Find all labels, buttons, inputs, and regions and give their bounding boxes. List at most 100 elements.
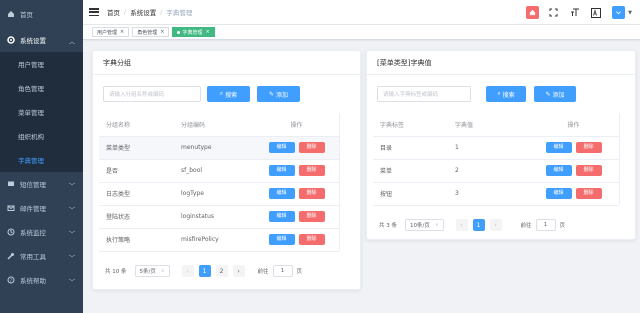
sidebar-item-dictionary[interactable]: 字典管理	[0, 148, 83, 172]
dict-value-card: [菜单类型]字典值 请输入字典标签或编码 ⌕ 搜索 ✎ 添加 字典标签 字典值 操作…	[366, 50, 636, 240]
value-pagination: 共 3 条 10条/页 ∨ ‹ 1 › 前往 1 页	[379, 219, 565, 231]
actions-cell: 编辑 删除	[528, 136, 619, 160]
page-size-select[interactable]: 5条/页 ∨	[134, 265, 170, 277]
edit-button[interactable]: 编辑	[268, 165, 295, 176]
sidebar-item-menus[interactable]: 菜单管理	[0, 100, 83, 124]
sidebar-item-home[interactable]: 首页	[0, 0, 83, 28]
sidebar-item-help[interactable]: ? 系统帮助 ﹀	[0, 268, 83, 292]
button-label: 搜索	[225, 91, 238, 99]
value-value-cell: 2	[448, 159, 528, 183]
table-header-row: 字典标签 字典值 操作	[373, 113, 619, 137]
edit-button[interactable]: 编辑	[268, 188, 295, 199]
sidebar-item-label: 邮件管理	[20, 205, 46, 213]
table-row[interactable]: 按钮 3 编辑 删除	[373, 182, 619, 206]
column-header: 操作	[254, 113, 339, 137]
delete-button[interactable]: 删除	[298, 211, 325, 222]
table-row[interactable]: 日志类型 logType 编辑 删除	[99, 182, 339, 206]
group-search-input[interactable]: 请输入分组名称或编码	[103, 86, 201, 102]
actions-cell: 编辑 删除	[254, 159, 339, 183]
delete-button[interactable]: 删除	[298, 142, 325, 153]
edit-button[interactable]: 编辑	[545, 188, 572, 199]
next-page-button[interactable]: ›	[489, 219, 502, 231]
group-search-button[interactable]: ⌕ 搜索	[207, 86, 250, 102]
close-icon[interactable]: ×	[160, 29, 164, 35]
gear-icon	[7, 36, 15, 44]
sidebar-item-label: 角色管理	[18, 85, 44, 93]
actions-cell: 编辑 删除	[254, 228, 339, 252]
group-code-cell: misfirePolicy	[174, 228, 254, 252]
edit-button[interactable]: 编辑	[268, 211, 295, 222]
fullscreen-icon[interactable]	[547, 6, 560, 19]
column-header: 操作	[528, 113, 619, 137]
tag-roles[interactable]: 角色管理 ×	[132, 27, 170, 37]
goto-page-input[interactable]: 1	[272, 265, 293, 277]
sidebar-item-system-settings[interactable]: 系统设置 ︿	[0, 28, 83, 52]
value-add-button[interactable]: ✎ 添加	[534, 86, 576, 102]
actions-cell: 编辑 删除	[528, 159, 619, 183]
delete-button[interactable]: 删除	[298, 234, 325, 245]
sidebar-item-monitor[interactable]: 系统监控 ﹀	[0, 220, 83, 244]
table-row[interactable]: 目录 1 编辑 删除	[373, 136, 619, 160]
chevron-down-icon: ∨	[434, 222, 439, 228]
sidebar-item-tools[interactable]: 常用工具 ﹀	[0, 244, 83, 268]
table-row[interactable]: 是否 sf_bool 编辑 删除	[99, 159, 339, 183]
button-label: 搜索	[502, 91, 515, 99]
sidebar-item-org[interactable]: 组织机构	[0, 124, 83, 148]
value-search-button[interactable]: ⌕ 搜索	[486, 86, 526, 102]
delete-button[interactable]: 删除	[575, 165, 602, 176]
group-table: 分组名称 分组编码 操作 菜单类型 menutype 编辑 删除 是否 sf_bo…	[99, 113, 339, 252]
goto-page-input[interactable]: 1	[535, 219, 556, 231]
delete-button[interactable]: 删除	[298, 165, 325, 176]
breadcrumb-item[interactable]: 系统设置	[130, 7, 156, 17]
page-number[interactable]: 1	[472, 219, 485, 231]
edit-button[interactable]: 编辑	[268, 142, 295, 153]
card-title: 字典分组	[93, 51, 360, 75]
page-size-select[interactable]: 10条/页 ∨	[405, 219, 444, 231]
page-unit-label: 页	[559, 223, 566, 229]
tag-dictionary[interactable]: 字典管理 ×	[172, 27, 215, 37]
sidebar-item-users[interactable]: 用户管理	[0, 52, 83, 76]
table-row[interactable]: 执行策略 misfirePolicy 编辑 删除	[99, 228, 339, 252]
table-row[interactable]: 登陆状态 loginstatus 编辑 删除	[99, 205, 339, 229]
home-icon[interactable]	[526, 6, 540, 19]
table-scroll-divider	[339, 113, 340, 251]
value-value-cell: 3	[448, 182, 528, 206]
delete-button[interactable]: 删除	[298, 188, 325, 199]
page-size-value: 5条/页	[139, 269, 156, 275]
page-number[interactable]: 2	[215, 265, 228, 277]
breadcrumb-item[interactable]: 首页	[107, 7, 120, 17]
next-page-button[interactable]: ›	[232, 265, 245, 277]
page-number[interactable]: 1	[198, 265, 211, 277]
sidebar-item-sms[interactable]: 短信管理 ﹀	[0, 172, 83, 196]
value-label-cell: 按钮	[373, 182, 448, 206]
close-icon[interactable]: ×	[120, 29, 124, 35]
font-size-icon[interactable]	[568, 6, 581, 19]
edit-button[interactable]: 编辑	[268, 234, 295, 245]
caret-down-icon[interactable]: ▼	[628, 10, 632, 16]
table-row[interactable]: 菜单 2 编辑 删除	[373, 159, 619, 183]
translate-icon[interactable]	[589, 6, 602, 19]
prev-page-button[interactable]: ‹	[455, 219, 468, 231]
sidebar-item-mail[interactable]: 邮件管理 ﹀	[0, 196, 83, 220]
pagination-total: 共 10 条	[105, 269, 127, 275]
edit-button[interactable]: 编辑	[545, 142, 572, 153]
close-icon[interactable]: ×	[205, 29, 209, 35]
sidebar-item-roles[interactable]: 角色管理	[0, 76, 83, 100]
value-search-input[interactable]: 请输入字典标签或编码	[377, 86, 471, 102]
avatar[interactable]	[612, 6, 626, 19]
goto-label: 前往	[520, 223, 532, 229]
group-add-button[interactable]: ✎ 添加	[257, 86, 300, 102]
delete-button[interactable]: 删除	[575, 142, 602, 153]
prev-page-button[interactable]: ‹	[181, 265, 194, 277]
edit-icon: ✎	[545, 90, 551, 98]
hamburger-icon[interactable]	[89, 8, 99, 16]
delete-button[interactable]: 删除	[575, 188, 602, 199]
value-label-cell: 菜单	[373, 159, 448, 183]
edit-button[interactable]: 编辑	[545, 165, 572, 176]
group-code-cell: loginstatus	[174, 205, 254, 229]
table-scroll-divider	[619, 113, 620, 205]
table-row[interactable]: 菜单类型 menutype 编辑 删除	[99, 136, 339, 160]
sidebar-item-label: 用户管理	[18, 61, 44, 69]
tag-label: 用户管理	[97, 29, 118, 36]
tag-users[interactable]: 用户管理 ×	[92, 27, 130, 37]
